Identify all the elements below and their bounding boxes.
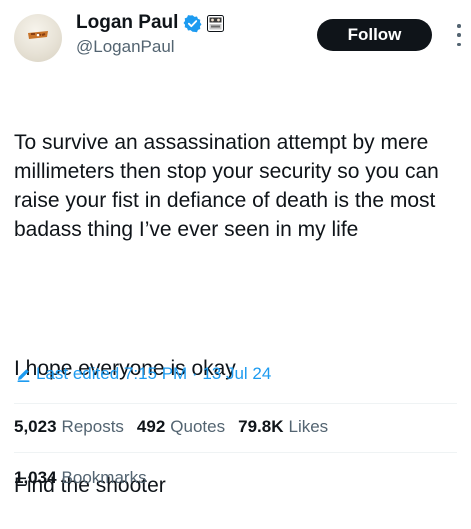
- divider: [14, 403, 457, 404]
- more-dot: [457, 42, 461, 46]
- more-dot: [457, 24, 461, 28]
- follow-button[interactable]: Follow: [317, 19, 432, 51]
- tweet-text: To survive an assassination attempt by m…: [14, 70, 460, 529]
- edited-timestamp: Last edited 7:15 PM · 13 Jul 24: [36, 364, 272, 383]
- tweet-header: Logan Paul @LoganPaul Follow: [14, 8, 461, 62]
- bookmarks-count: 1,034: [14, 468, 57, 487]
- likes-count: 79.8K: [238, 417, 284, 436]
- more-dot: [457, 33, 461, 37]
- verified-badge-icon: [183, 14, 202, 33]
- bookmarks-stat[interactable]: 1,034 Bookmarks: [14, 468, 147, 488]
- quotes-count: 492: [136, 417, 166, 436]
- likes-label: Likes: [288, 417, 329, 436]
- reposts-stat[interactable]: 5,023 Reposts: [14, 417, 124, 437]
- edit-history-link[interactable]: Last edited 7:15 PM · 13 Jul 24: [15, 364, 271, 384]
- author-name-row: Logan Paul: [76, 12, 225, 34]
- tweet-paragraph: To survive an assassination attempt by m…: [14, 131, 445, 241]
- likes-stat[interactable]: 79.8K Likes: [238, 417, 328, 437]
- affiliate-badge-icon[interactable]: [207, 14, 225, 32]
- author-handle[interactable]: @LoganPaul: [76, 37, 175, 57]
- avatar[interactable]: [14, 14, 62, 62]
- bookmarks-label: Bookmarks: [61, 468, 147, 487]
- reposts-count: 5,023: [14, 417, 57, 436]
- divider: [14, 452, 457, 453]
- engagement-stats: 5,023 Reposts 492 Quotes 79.8K Likes: [14, 417, 328, 437]
- more-options-icon[interactable]: [452, 24, 466, 46]
- quotes-label: Quotes: [170, 417, 226, 436]
- pencil-icon: [15, 366, 32, 383]
- reposts-label: Reposts: [61, 417, 124, 436]
- quotes-stat[interactable]: 492 Quotes: [137, 417, 225, 437]
- author-name[interactable]: Logan Paul: [76, 12, 178, 34]
- previous-content-clip: [0, 0, 471, 6]
